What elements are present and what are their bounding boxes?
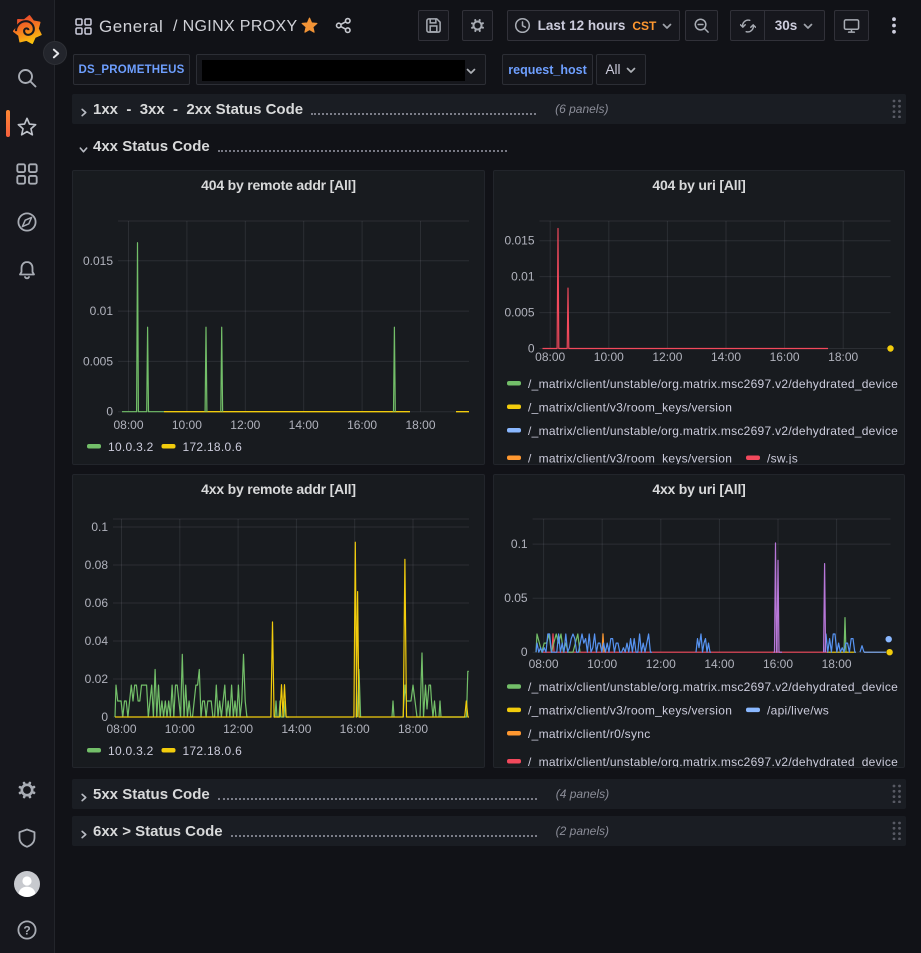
svg-text:0.015: 0.015 bbox=[504, 234, 534, 248]
svg-text:0.005: 0.005 bbox=[83, 354, 113, 368]
svg-text:/_matrix/client/unstable/org.m: /_matrix/client/unstable/org.matrix.msc2… bbox=[528, 424, 898, 438]
svg-text:18:00: 18:00 bbox=[828, 350, 858, 364]
svg-text:10:00: 10:00 bbox=[172, 418, 202, 432]
svg-text:08:00: 08:00 bbox=[106, 722, 136, 736]
svg-text:0.01: 0.01 bbox=[90, 304, 114, 318]
svg-text:0: 0 bbox=[106, 405, 113, 419]
svg-text:10:00: 10:00 bbox=[587, 657, 617, 671]
svg-text:08:00: 08:00 bbox=[535, 350, 565, 364]
svg-text:14:00: 14:00 bbox=[704, 657, 734, 671]
svg-text:0.02: 0.02 bbox=[85, 672, 109, 686]
svg-text:10.0.3.2: 10.0.3.2 bbox=[108, 744, 154, 758]
svg-text:12:00: 12:00 bbox=[646, 657, 676, 671]
svg-text:12:00: 12:00 bbox=[652, 350, 682, 364]
svg-text:08:00: 08:00 bbox=[113, 418, 143, 432]
svg-text:172.18.0.6: 172.18.0.6 bbox=[183, 440, 243, 454]
svg-text:08:00: 08:00 bbox=[529, 657, 559, 671]
svg-text:/_matrix/client/unstable/org.m: /_matrix/client/unstable/org.matrix.msc2… bbox=[528, 755, 898, 768]
svg-text:18:00: 18:00 bbox=[405, 418, 435, 432]
svg-text:10.0.3.2: 10.0.3.2 bbox=[108, 440, 154, 454]
svg-text:?: ? bbox=[23, 923, 30, 937]
svg-text:14:00: 14:00 bbox=[281, 722, 311, 736]
svg-text:/_matrix/client/v3/room_keys/v: /_matrix/client/v3/room_keys/version bbox=[528, 452, 732, 466]
svg-text:/_matrix/client/unstable/org.m: /_matrix/client/unstable/org.matrix.msc2… bbox=[528, 377, 898, 391]
svg-text:12:00: 12:00 bbox=[223, 722, 253, 736]
svg-text:18:00: 18:00 bbox=[398, 722, 428, 736]
svg-text:0.04: 0.04 bbox=[85, 634, 109, 648]
svg-text:/_matrix/client/unstable/org.m: /_matrix/client/unstable/org.matrix.msc2… bbox=[528, 680, 898, 694]
svg-text:0.01: 0.01 bbox=[511, 270, 535, 284]
svg-text:/sw.js: /sw.js bbox=[767, 452, 798, 466]
svg-text:0.05: 0.05 bbox=[504, 591, 528, 605]
svg-text:10:00: 10:00 bbox=[594, 350, 624, 364]
svg-text:0.1: 0.1 bbox=[511, 537, 528, 551]
svg-text:14:00: 14:00 bbox=[289, 418, 319, 432]
svg-text:14:00: 14:00 bbox=[711, 350, 741, 364]
svg-text:0.06: 0.06 bbox=[85, 596, 109, 610]
svg-text:12:00: 12:00 bbox=[230, 418, 260, 432]
svg-text:10:00: 10:00 bbox=[165, 722, 195, 736]
svg-text:/_matrix/client/v3/room_keys/v: /_matrix/client/v3/room_keys/version bbox=[528, 704, 732, 718]
svg-text:18:00: 18:00 bbox=[822, 657, 852, 671]
svg-text:0.015: 0.015 bbox=[83, 254, 113, 268]
svg-text:16:00: 16:00 bbox=[763, 657, 793, 671]
svg-text:16:00: 16:00 bbox=[347, 418, 377, 432]
svg-text:16:00: 16:00 bbox=[770, 350, 800, 364]
svg-text:0.08: 0.08 bbox=[85, 558, 109, 572]
svg-text:0: 0 bbox=[528, 342, 535, 356]
svg-text:/_matrix/client/r0/sync: /_matrix/client/r0/sync bbox=[528, 727, 650, 741]
svg-text:16:00: 16:00 bbox=[340, 722, 370, 736]
svg-text:172.18.0.6: 172.18.0.6 bbox=[183, 744, 243, 758]
svg-text:/api/live/ws: /api/live/ws bbox=[767, 704, 829, 718]
svg-text:0: 0 bbox=[521, 645, 528, 659]
svg-text:0.1: 0.1 bbox=[91, 520, 108, 534]
svg-text:/_matrix/client/v3/room_keys/v: /_matrix/client/v3/room_keys/version bbox=[528, 401, 732, 415]
svg-text:0.005: 0.005 bbox=[504, 306, 534, 320]
